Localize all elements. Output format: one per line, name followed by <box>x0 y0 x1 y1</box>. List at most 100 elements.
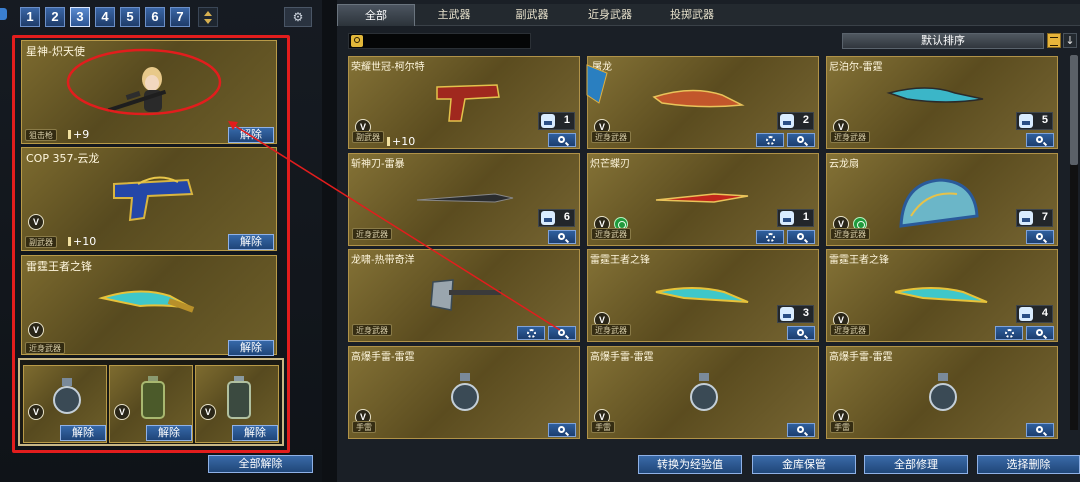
convert-to-exp-button[interactable]: 转换为经验值 <box>638 455 742 474</box>
page-button-2[interactable]: 2 <box>45 7 65 27</box>
inspect-button[interactable] <box>1026 133 1054 147</box>
inventory-card[interactable]: 云龙扇 V 近身武器 7 <box>826 153 1058 246</box>
stock-count: 3 <box>777 305 814 323</box>
inspect-button[interactable] <box>548 326 576 340</box>
inventory-card[interactable]: 炽芒蝶刃 V 近身武器 1 <box>587 153 819 246</box>
gear-icon <box>1005 329 1014 338</box>
inspect-button[interactable] <box>787 326 815 340</box>
inventory-card[interactable]: 雷霆王者之锋 V 近身武器 3 <box>587 249 819 342</box>
inventory-panel: 全部 主武器 副武器 近身武器 投掷武器 默认排序 ↓ 荣耀世冠-柯尔特 V +… <box>337 0 1080 482</box>
tab-throwable[interactable]: 投掷武器 <box>653 4 731 26</box>
stock-count: 1 <box>777 209 814 227</box>
stock-count: 5 <box>1016 112 1053 130</box>
magnifier-icon <box>1036 233 1043 240</box>
repair-button[interactable] <box>756 230 784 244</box>
bullet-icon <box>387 137 390 146</box>
highlight-frame <box>12 35 290 453</box>
inventory-card[interactable]: 尼泊尔-雷霆 V 近身武器 5 <box>826 56 1058 149</box>
list-view-icon[interactable] <box>1047 33 1061 48</box>
blade-image <box>894 287 988 303</box>
card-weapon-name: 雷霆王者之锋 <box>590 255 650 266</box>
search-icon <box>351 35 363 47</box>
magnifier-icon <box>558 329 565 336</box>
card-category-tag: 近身武器 <box>830 131 870 143</box>
inventory-card[interactable]: 荣耀世冠-柯尔特 V +10 副武器 1 <box>348 56 580 149</box>
card-category-tag: 手雷 <box>830 421 854 433</box>
inspect-button[interactable] <box>1026 326 1054 340</box>
page-button-5[interactable]: 5 <box>120 7 140 27</box>
scrollbar[interactable] <box>1070 55 1078 430</box>
inspect-button[interactable] <box>787 133 815 147</box>
inspect-button[interactable] <box>548 423 576 437</box>
stock-count: 7 <box>1016 209 1053 227</box>
page-button-4[interactable]: 4 <box>95 7 115 27</box>
magnifier-icon <box>797 426 804 433</box>
stock-count-value: 6 <box>563 211 570 223</box>
inspect-button[interactable] <box>548 133 576 147</box>
bag-icon <box>0 8 7 20</box>
stock-count-value: 5 <box>1041 114 1048 126</box>
tab-all[interactable]: 全部 <box>337 4 415 26</box>
unequip-all-button[interactable]: 全部解除 <box>208 455 313 473</box>
stock-count-value: 7 <box>1041 211 1048 223</box>
magnifier-icon <box>1036 136 1043 143</box>
inspect-button[interactable] <box>1026 423 1054 437</box>
inspect-button[interactable] <box>1026 230 1054 244</box>
grenade-image <box>690 373 718 411</box>
grenade-image <box>929 373 957 411</box>
magnifier-icon <box>797 233 804 240</box>
magnifier-icon <box>558 233 565 240</box>
inventory-card[interactable]: 高爆手雷-雷霆 V 手雷 <box>826 346 1058 439</box>
page-button-3[interactable]: 3 <box>70 7 90 27</box>
chevron-up-icon <box>204 11 212 16</box>
magnifier-icon <box>1036 329 1043 336</box>
card-category-tag: 手雷 <box>591 421 615 433</box>
inventory-card[interactable]: 龙啸-热带奇洋 近身武器 <box>348 249 580 342</box>
magnifier-icon <box>1036 426 1043 433</box>
card-enhance-value: +10 <box>392 135 416 148</box>
inventory-card[interactable]: 雷霆王者之锋 V 近身武器 4 <box>826 249 1058 342</box>
stock-count-value: 4 <box>1041 307 1048 319</box>
repair-button[interactable] <box>756 133 784 147</box>
card-weapon-name: 炽芒蝶刃 <box>590 159 630 170</box>
butterfly-knife-image <box>655 193 749 203</box>
card-category-tag: 副武器 <box>352 131 384 143</box>
repair-button[interactable] <box>995 326 1023 340</box>
sort-direction-button[interactable]: ↓ <box>1063 33 1077 48</box>
stock-count-value: 1 <box>802 211 809 223</box>
inventory-card[interactable]: 斩神刀-雷暴 近身武器 6 <box>348 153 580 246</box>
search-input[interactable] <box>348 33 531 49</box>
character-manage-button[interactable]: ⚙ <box>284 7 312 27</box>
page-up-down-button[interactable] <box>198 7 218 27</box>
inspect-button[interactable] <box>787 230 815 244</box>
vault-storage-button[interactable]: 金库保管 <box>752 455 856 474</box>
card-weapon-name: 高爆手雷-雷霆 <box>590 352 654 363</box>
select-delete-button[interactable]: 选择删除 <box>977 455 1080 474</box>
scrollbar-thumb[interactable] <box>1070 55 1078 165</box>
inventory-card[interactable]: 高爆手雷-雷霆 V 手雷 <box>587 346 819 439</box>
tab-primary[interactable]: 主武器 <box>415 4 493 26</box>
page-button-1[interactable]: 1 <box>20 7 40 27</box>
inspect-button[interactable] <box>787 423 815 437</box>
tab-melee[interactable]: 近身武器 <box>571 4 649 26</box>
inventory-card[interactable]: 高爆手雷-雷霆 V 手雷 <box>348 346 580 439</box>
tab-secondary[interactable]: 副武器 <box>493 4 571 26</box>
inventory-card[interactable]: 屠龙 V 近身武器 2 <box>586 56 819 149</box>
stock-count: 6 <box>538 209 575 227</box>
gear-icon <box>527 329 536 338</box>
storage-icon <box>780 114 794 128</box>
card-category-tag: 手雷 <box>352 421 376 433</box>
inspect-button[interactable] <box>548 230 576 244</box>
storage-icon <box>1019 114 1033 128</box>
gear-icon <box>766 233 775 242</box>
repair-all-button[interactable]: 全部修理 <box>864 455 968 474</box>
axe-image <box>430 279 501 311</box>
sort-dropdown[interactable]: 默认排序 <box>842 33 1044 49</box>
page-button-7[interactable]: 7 <box>170 7 190 27</box>
corner-ribbon-icon <box>586 64 608 104</box>
magnifier-icon <box>797 136 804 143</box>
stock-count: 2 <box>777 112 814 130</box>
page-button-6[interactable]: 6 <box>145 7 165 27</box>
repair-button[interactable] <box>517 326 545 340</box>
long-sword-image <box>416 193 514 203</box>
